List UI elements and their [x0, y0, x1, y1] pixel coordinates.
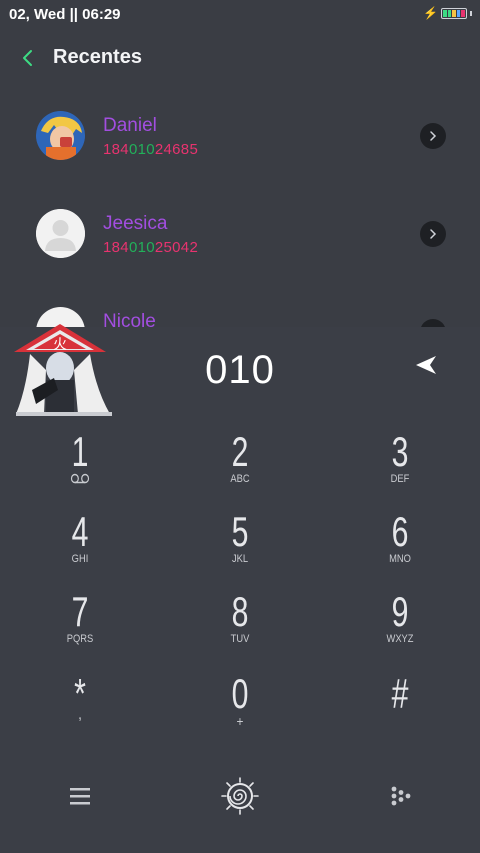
status-icons: ⚡ [423, 6, 472, 20]
key-letters: + [236, 713, 244, 729]
battery-tip [470, 10, 472, 16]
charging-icon: ⚡ [423, 6, 438, 20]
key-star[interactable]: * , [0, 672, 160, 752]
call-button[interactable] [218, 772, 262, 820]
hamburger-icon [70, 788, 90, 805]
dialpad-toggle-button[interactable] [382, 776, 422, 816]
key-digit: 3 [391, 428, 409, 475]
avatar [36, 111, 85, 160]
key-letters: , [78, 706, 82, 723]
contact-number: 18401025042 [103, 239, 199, 256]
contact-name: Jeesica [103, 213, 168, 234]
key-letters: MNO [389, 553, 411, 565]
key-digit: # [391, 670, 409, 717]
key-hash[interactable]: # [320, 672, 480, 752]
key-letters: DEF [390, 473, 410, 485]
key-6[interactable]: 6 MNO [320, 510, 480, 590]
key-3[interactable]: 3 DEF [320, 430, 480, 510]
avatar [36, 209, 85, 258]
key-digit: 4 [71, 508, 89, 555]
key-digit: 8 [231, 588, 249, 635]
key-letters: JKL [231, 553, 249, 565]
key-letters: ABC [230, 473, 250, 485]
list-item[interactable]: Jeesica 18401025042 [0, 185, 480, 283]
status-bar: 02, Wed || 06:29 ⚡ [0, 0, 480, 28]
key-1[interactable]: 1 [0, 430, 160, 510]
key-digit: 2 [231, 428, 249, 475]
key-letters: TUV [230, 633, 250, 645]
key-digit: 9 [391, 588, 409, 635]
key-8[interactable]: 8 TUV [160, 590, 320, 670]
bottom-action-bar [0, 768, 480, 824]
battery-icon [441, 7, 467, 19]
list-item[interactable]: Daniel 18401024685 [0, 87, 480, 185]
key-digit: 0 [231, 670, 249, 717]
page-title: Recentes [53, 46, 142, 68]
key-digit: 6 [391, 508, 409, 555]
key-9[interactable]: 9 WXYZ [320, 590, 480, 670]
key-5[interactable]: 5 JKL [160, 510, 320, 590]
send-button[interactable] [412, 352, 440, 378]
key-7[interactable]: 7 PQRS [0, 590, 160, 670]
spiral-seal-icon [221, 777, 259, 815]
key-digit: 5 [231, 508, 249, 555]
recent-list: Daniel 18401024685 Jeesica 18401025042 N… [0, 87, 480, 327]
chevron-right-icon [430, 131, 437, 141]
key-4[interactable]: 4 GHI [0, 510, 160, 590]
contact-detail-button[interactable] [420, 123, 446, 149]
back-button[interactable] [14, 44, 42, 72]
key-2[interactable]: 2 ABC [160, 430, 320, 510]
key-letters: WXYZ [386, 633, 414, 645]
key-digit: 7 [71, 588, 89, 635]
contact-detail-button[interactable] [420, 319, 446, 327]
chevron-right-icon [430, 229, 437, 239]
contact-detail-button[interactable] [420, 221, 446, 247]
dialed-number: 010 [205, 348, 275, 392]
key-letters: PQRS [66, 633, 94, 645]
send-arrow-icon [416, 356, 436, 374]
contact-number: 18401024685 [103, 141, 199, 158]
dialpad-icon [391, 786, 411, 806]
key-digit: 1 [71, 428, 89, 475]
key-letters: GHI [71, 553, 89, 565]
app-header: Recentes [0, 36, 480, 80]
contact-name: Daniel [103, 115, 157, 136]
default-avatar-icon [36, 209, 85, 258]
chevron-left-icon [23, 50, 32, 66]
voicemail-icon [12, 473, 148, 488]
key-0[interactable]: 0 + [160, 672, 320, 752]
menu-button[interactable] [60, 776, 100, 816]
status-time: 02, Wed || 06:29 [9, 6, 121, 23]
